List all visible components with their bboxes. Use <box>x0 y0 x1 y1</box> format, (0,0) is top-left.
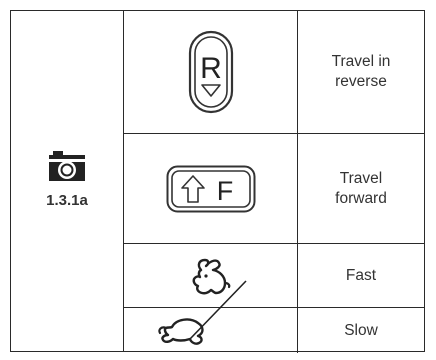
forward-symbol: F <box>216 176 233 206</box>
icon-cell <box>124 279 298 353</box>
slow-label: Slow <box>344 321 378 339</box>
reference-block: 1.3.1a <box>11 151 123 209</box>
turtle-slow-icon <box>157 279 247 345</box>
travel-forward-label: Travel forward <box>335 169 387 207</box>
reverse-symbol: R <box>200 52 222 85</box>
icon-cell: F <box>124 134 298 243</box>
fast-label: Fast <box>345 266 377 284</box>
camera-icon <box>49 151 85 181</box>
travel-reverse-label: Travel in reverse <box>331 53 391 90</box>
table-row-forward: F Travel forward <box>124 134 424 244</box>
icon-cell: R <box>124 11 298 133</box>
reference-label: 1.3.1a <box>46 192 88 209</box>
forward-travel-icon: F <box>166 165 255 212</box>
table-row-slow: Slow <box>124 279 424 353</box>
symbol-table: 1.3.1a R Travel in reverse F Travel forw… <box>10 10 425 353</box>
table-row-reverse: R Travel in reverse <box>124 11 424 134</box>
reverse-travel-icon: R <box>188 30 233 114</box>
reference-column: 1.3.1a <box>11 11 124 351</box>
